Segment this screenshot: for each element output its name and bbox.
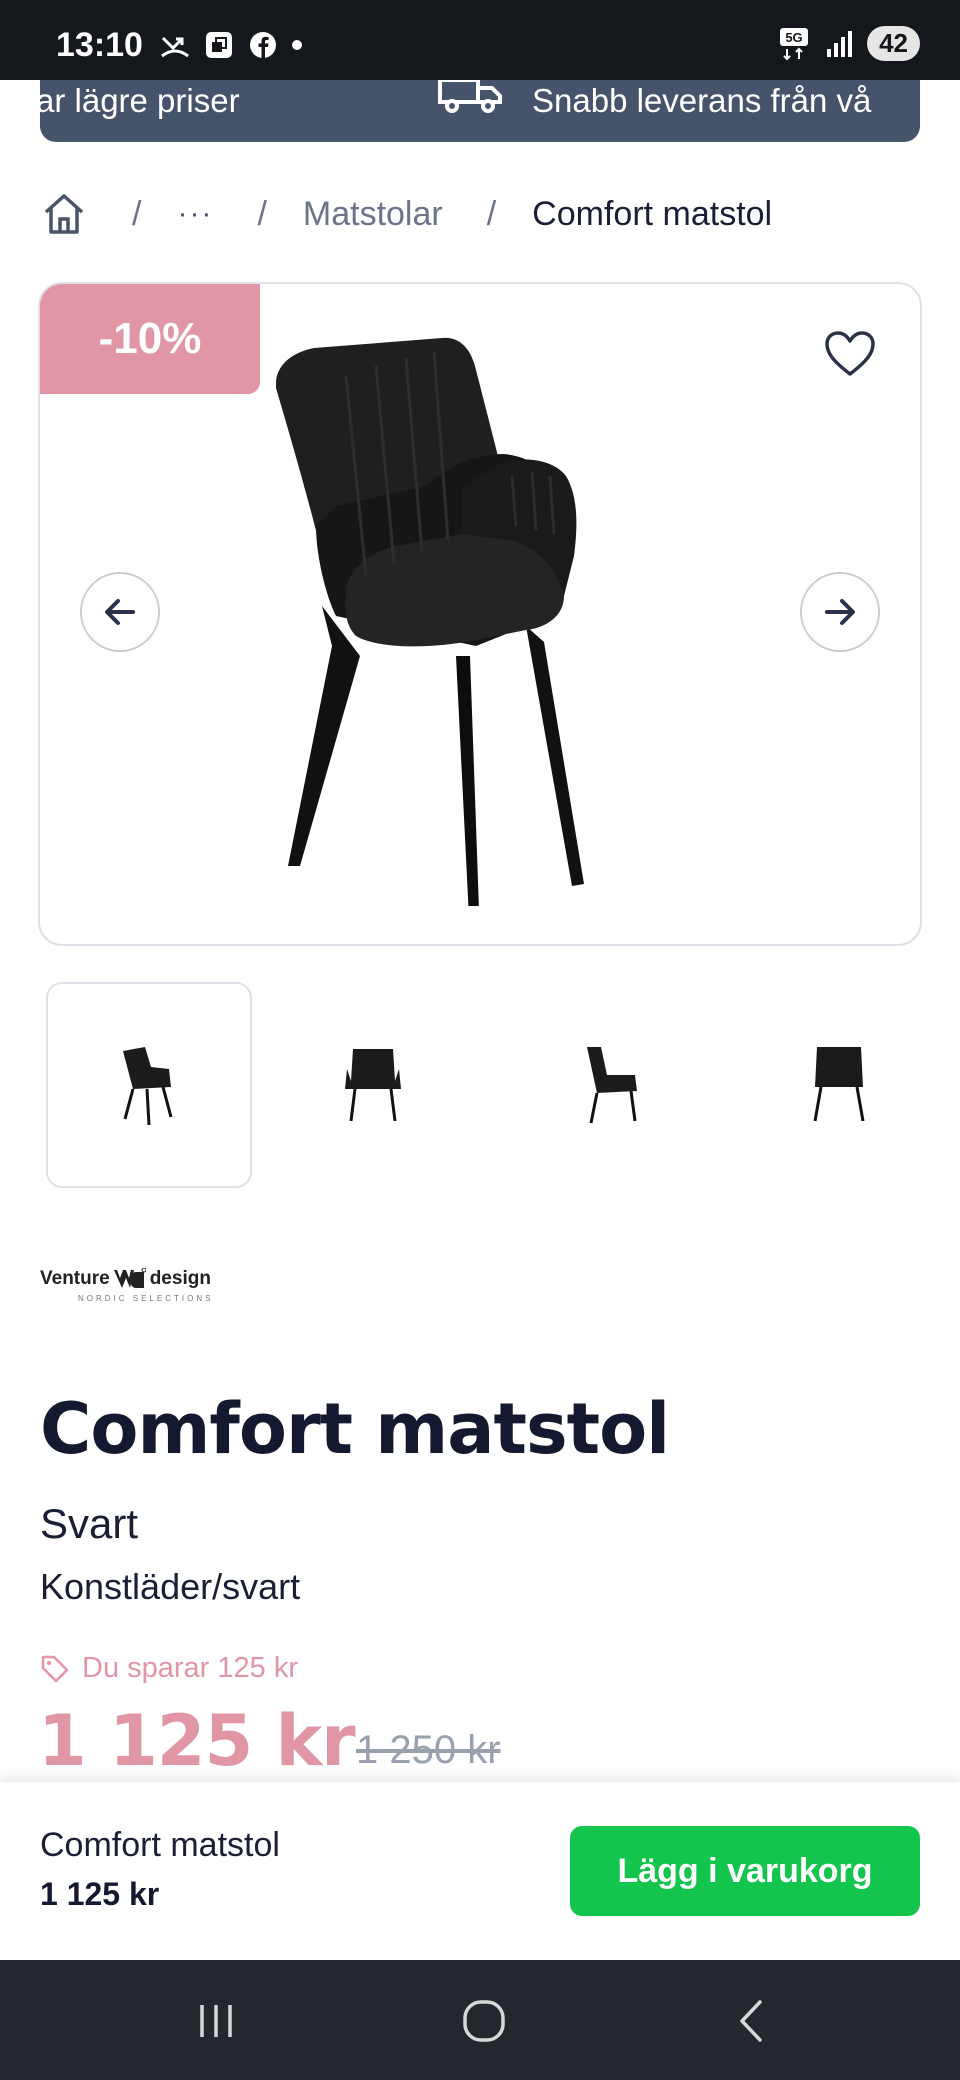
brand-name-right: design (149, 1268, 211, 1289)
sticky-product-name: Comfort matstol (40, 1826, 280, 1864)
status-bar: 13:10 5G 42 (0, 0, 960, 80)
status-time: 13:10 (56, 26, 143, 64)
thumbnail-chair-front-angle (123, 1047, 173, 1125)
brand-logo[interactable]: Venture design NORDIC SELECTIONS (40, 1268, 230, 1318)
home-button[interactable] (434, 1986, 534, 2056)
missed-call-icon (161, 36, 189, 58)
thumbnail-3[interactable] (508, 982, 714, 1188)
gallery-prev-button[interactable] (80, 572, 160, 652)
thumbnail-chair-side (587, 1047, 637, 1124)
system-icons: 5G 42 (779, 26, 920, 61)
facebook-icon (250, 32, 276, 58)
gallery-next-button[interactable] (800, 572, 880, 652)
brand-name-left: Venture (40, 1268, 110, 1289)
more-notifications-dot (292, 40, 302, 50)
system-nav-bar (0, 1960, 960, 2080)
product-image-gallery[interactable]: -10% (38, 282, 922, 946)
breadcrumb-category-link[interactable]: Matstolar (303, 195, 443, 234)
current-price: 1 125 kr (38, 1700, 356, 1782)
tag-icon (41, 1655, 69, 1682)
recent-apps-button[interactable] (166, 1986, 266, 2056)
arrow-right-icon (825, 599, 855, 625)
original-price: 1 250 kr (356, 1728, 501, 1772)
breadcrumb-separator: / (132, 194, 142, 233)
discount-badge: -10% (40, 284, 260, 394)
promo-text-delivery: Snabb leverans från vå (532, 82, 872, 119)
arrow-left-icon (105, 599, 135, 625)
sticky-cart-bar: Comfort matstol 1 125 kr Lägg i varukorg (0, 1782, 960, 1960)
battery-level: 42 (867, 26, 920, 61)
signal-icon (827, 30, 853, 57)
breadcrumb-current: Comfort matstol (532, 194, 773, 233)
saving-text: Du sparar 125 kr (82, 1652, 298, 1684)
brand-name: Venture design (40, 1268, 230, 1290)
recent-apps-icon (200, 2005, 232, 2037)
home-link[interactable] (40, 190, 88, 238)
wishlist-button[interactable] (820, 324, 880, 384)
thumbnail-chair-back (813, 1047, 865, 1122)
brand-logo-mark (113, 1268, 146, 1288)
screenshot-icon (206, 32, 232, 58)
network-5g-icon: 5G (780, 27, 809, 60)
breadcrumb-separator: / (486, 194, 497, 233)
thumbnail-strip (46, 982, 926, 1188)
thumbnail-chair-front (345, 1049, 401, 1122)
home-icon (44, 194, 84, 234)
heart-icon (825, 331, 875, 376)
breadcrumb-ellipsis[interactable]: ··· (177, 197, 213, 231)
home-circle-icon (463, 2000, 505, 2042)
product-color: Svart (40, 1500, 139, 1547)
product-material: Konstläder/svart (40, 1566, 301, 1607)
thumbnail-4[interactable] (736, 982, 942, 1188)
breadcrumb-separator: / (257, 194, 267, 233)
promo-banner[interactable]: ar lägre priser Snabb leverans från vå (40, 80, 920, 142)
brand-tagline: NORDIC SELECTIONS (78, 1294, 214, 1303)
back-chevron-icon (740, 2000, 762, 2042)
promo-text-prices: ar lägre priser (40, 82, 240, 119)
add-to-cart-button[interactable]: Lägg i varukorg (570, 1826, 920, 1916)
thumbnail-2[interactable] (270, 982, 476, 1188)
breadcrumb: / ··· / Matstolar / Comfort matstol (40, 186, 772, 242)
svg-text:5G: 5G (785, 30, 802, 45)
product-title: Comfort matstol (40, 1388, 670, 1470)
saving-label: Du sparar 125 kr (40, 1652, 298, 1685)
notification-icons (160, 30, 302, 60)
back-button[interactable] (702, 1986, 802, 2056)
sticky-product-price: 1 125 kr (40, 1876, 160, 1912)
truck-icon (438, 80, 502, 113)
product-image-chair (276, 337, 584, 906)
thumbnail-1[interactable] (46, 982, 252, 1188)
